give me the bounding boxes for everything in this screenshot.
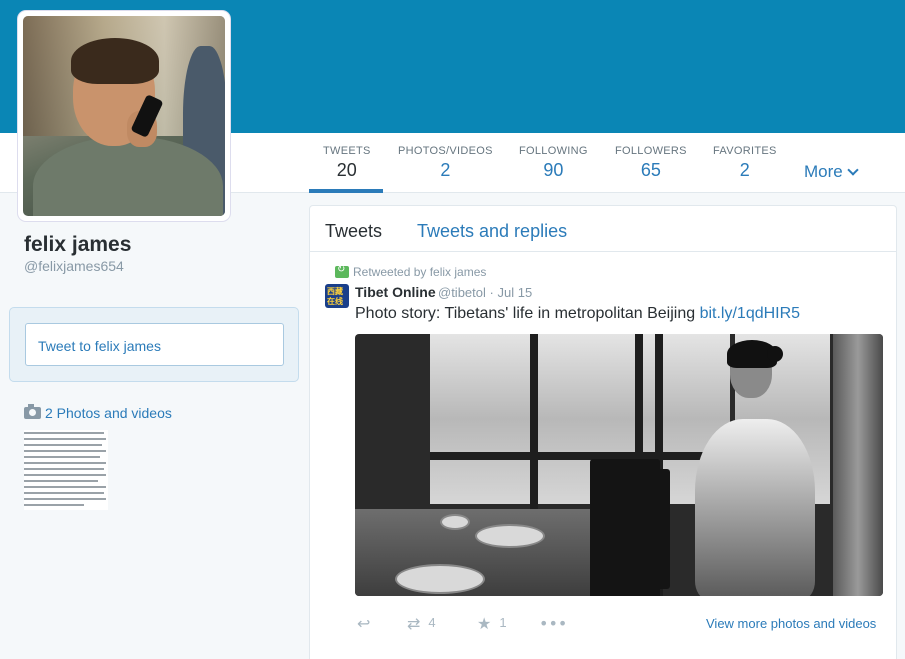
- chevron-down-icon: [847, 164, 859, 176]
- tweet-author-name[interactable]: Tibet Online: [355, 284, 436, 300]
- nav-followers[interactable]: FOLLOWERS 65: [615, 145, 687, 181]
- avatar-text-bottom: 在线: [327, 297, 343, 306]
- profile-name[interactable]: felix james: [24, 233, 131, 257]
- nav-photos-videos-count: 2: [440, 160, 451, 180]
- nav-photos-videos[interactable]: PHOTOS/VIDEOS 2: [398, 145, 493, 181]
- profile-handle[interactable]: @felixjames654: [24, 258, 124, 274]
- nav-favorites[interactable]: FAVORITES 2: [713, 145, 777, 181]
- tweet-photo[interactable]: [355, 334, 883, 596]
- retweet-button[interactable]: ⇄ 4: [407, 614, 436, 633]
- nav-followers-label: FOLLOWERS: [615, 145, 687, 157]
- tweet-separator: ·: [489, 285, 494, 300]
- tweet-meta: @tibetol · Jul 15: [438, 285, 532, 300]
- tweet-body: Photo story: Tibetans' life in metropoli…: [355, 305, 696, 322]
- more-actions-button[interactable]: •••: [539, 614, 575, 633]
- nav-tweets-label: TWEETS: [323, 145, 371, 157]
- more-label: More: [804, 162, 843, 181]
- tweet-date[interactable]: Jul 15: [497, 285, 532, 300]
- timeline: Tweets Tweets and replies Retweeted by f…: [309, 205, 897, 659]
- tweet-author-avatar[interactable]: 西藏 在线: [325, 284, 349, 308]
- retweeted-by-label: Retweeted by felix james: [353, 265, 487, 279]
- tweet-to-input[interactable]: Tweet to felix james: [25, 323, 284, 366]
- photos-videos-link-label: 2 Photos and videos: [45, 405, 172, 421]
- tweet-text: Photo story: Tibetans' life in metropoli…: [355, 305, 800, 323]
- nav-tweets[interactable]: TWEETS 20: [323, 145, 371, 181]
- favorite-count: 1: [499, 615, 507, 630]
- avatar-photo: [23, 16, 225, 216]
- more-dropdown-button[interactable]: More: [804, 162, 859, 182]
- star-icon: ★: [477, 614, 492, 633]
- retweet-icon: [335, 264, 349, 278]
- tweet-to-module: Tweet to felix james: [9, 307, 299, 382]
- tab-tweets-and-replies[interactable]: Tweets and replies: [417, 221, 567, 242]
- nav-photos-videos-label: PHOTOS/VIDEOS: [398, 145, 493, 157]
- photos-videos-link[interactable]: 2 Photos and videos: [24, 404, 172, 421]
- camera-icon: [24, 404, 41, 419]
- tweet-link[interactable]: bit.ly/1qdHIR5: [700, 305, 801, 322]
- tab-tweets[interactable]: Tweets: [325, 221, 382, 242]
- nav-following-count: 90: [543, 160, 564, 180]
- nav-favorites-count: 2: [739, 160, 750, 180]
- profile-avatar[interactable]: [18, 11, 230, 221]
- favorite-button[interactable]: ★ 1: [477, 614, 507, 633]
- nav-tweets-count: 20: [336, 160, 357, 180]
- retweet-count: 4: [428, 615, 436, 630]
- retweet-context[interactable]: Retweeted by felix james: [335, 264, 487, 279]
- timeline-tabs: Tweets Tweets and replies: [310, 206, 896, 252]
- nav-active-indicator: [309, 189, 383, 193]
- photo-thumbnail[interactable]: [24, 430, 108, 510]
- nav-favorites-label: FAVORITES: [713, 145, 777, 157]
- tweet-author-handle[interactable]: @tibetol: [438, 285, 486, 300]
- nav-followers-count: 65: [640, 160, 661, 180]
- ellipsis-icon: •••: [539, 614, 568, 633]
- nav-following-label: FOLLOWING: [519, 145, 588, 157]
- retweet-action-icon: ⇄: [407, 614, 421, 633]
- nav-following[interactable]: FOLLOWING 90: [519, 145, 588, 181]
- reply-button[interactable]: ↩: [357, 614, 378, 633]
- reply-icon: ↩: [357, 614, 371, 633]
- view-more-photos-link[interactable]: View more photos and videos: [706, 616, 876, 631]
